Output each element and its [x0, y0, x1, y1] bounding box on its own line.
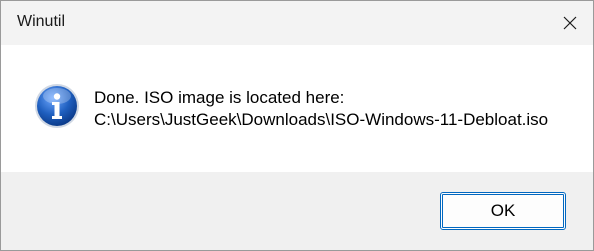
title-bar: Winutil [1, 1, 593, 45]
message-line-1: Done. ISO image is located here: [94, 88, 345, 107]
ok-button[interactable]: OK [440, 192, 566, 230]
message-line-2: C:\Users\JustGeek\Downloads\ISO-Windows-… [94, 110, 549, 129]
close-button[interactable] [547, 1, 593, 45]
close-icon [563, 16, 577, 30]
info-icon [35, 84, 79, 128]
dialog-title: Winutil [17, 13, 66, 30]
dialog-content: Done. ISO image is located here: C:\User… [1, 45, 593, 172]
dialog-footer: OK [1, 172, 593, 250]
message-dialog: Winutil Done. ISO image is located here:… [0, 0, 594, 251]
message-text: Done. ISO image is located here: C:\User… [94, 87, 548, 131]
